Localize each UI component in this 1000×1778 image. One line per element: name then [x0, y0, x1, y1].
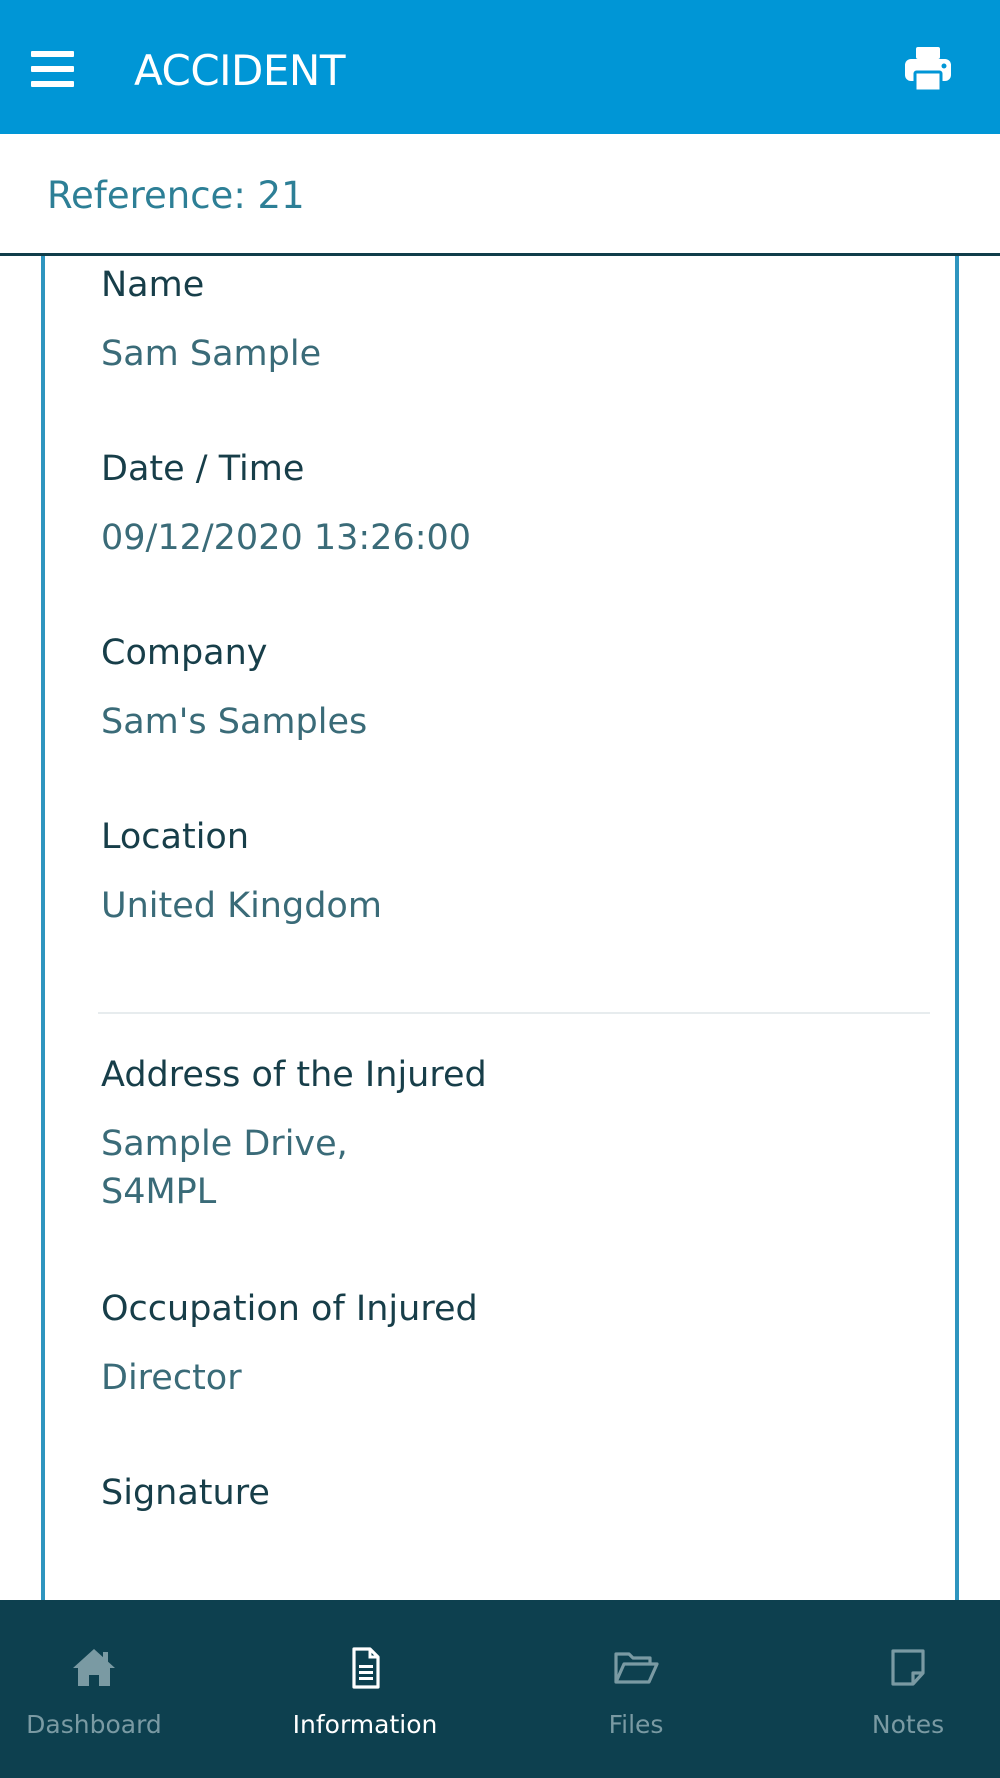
nav-label: Dashboard — [26, 1710, 162, 1739]
field-label: Company — [101, 633, 268, 673]
field-value: Director — [101, 1358, 242, 1398]
field-label: Date / Time — [101, 449, 305, 489]
field-address-of-injured: Address of the Injured Sample Drive, S4M… — [101, 1054, 487, 1216]
field-value: 09/12/2020 13:26:00 — [101, 518, 472, 558]
nav-item-notes[interactable]: Notes — [783, 1600, 1000, 1778]
folder-open-icon — [614, 1652, 659, 1684]
field-occupation-of-injured: Occupation of Injured Director — [101, 1288, 478, 1402]
nav-item-dashboard[interactable]: Dashboard — [0, 1600, 219, 1778]
section-divider — [98, 1012, 930, 1014]
field-date-time: Date / Time 09/12/2020 13:26:00 — [101, 448, 471, 562]
nav-label: Information — [292, 1710, 438, 1739]
field-label: Occupation of Injured — [101, 1289, 478, 1329]
hamburger-menu-icon[interactable] — [31, 51, 74, 87]
information-card: Name Sam Sample Date / Time 09/12/2020 1… — [41, 256, 959, 1600]
nav-item-files[interactable]: Files — [511, 1600, 761, 1778]
field-label: Name — [101, 265, 205, 305]
nav-label: Notes — [871, 1710, 945, 1739]
reference-number: Reference: 21 — [47, 174, 305, 217]
app-header: ACCIDENT — [0, 0, 1000, 134]
field-label: Signature — [101, 1473, 270, 1513]
document-icon — [352, 1647, 380, 1689]
field-value: Sam's Samples — [101, 702, 368, 742]
nav-label: Files — [608, 1710, 664, 1739]
field-name: Name Sam Sample — [101, 264, 321, 378]
home-icon — [73, 1649, 115, 1686]
field-value: Sample Drive, S4MPL — [101, 1124, 348, 1212]
field-location: Location United Kingdom — [101, 816, 382, 930]
field-value: United Kingdom — [101, 886, 382, 926]
page-title: ACCIDENT — [134, 46, 345, 95]
field-label: Location — [101, 817, 250, 857]
reference-bar: Reference: 21 — [0, 134, 1000, 256]
field-company: Company Sam's Samples — [101, 632, 367, 746]
printer-icon[interactable] — [903, 44, 953, 94]
nav-item-information[interactable]: Information — [240, 1600, 490, 1778]
field-value: Sam Sample — [101, 334, 322, 374]
field-label: Address of the Injured — [101, 1055, 487, 1095]
note-icon — [891, 1649, 925, 1686]
field-signature: Signature — [101, 1472, 270, 1538]
bottom-navigation: Dashboard Information Files Notes — [0, 1600, 1000, 1778]
